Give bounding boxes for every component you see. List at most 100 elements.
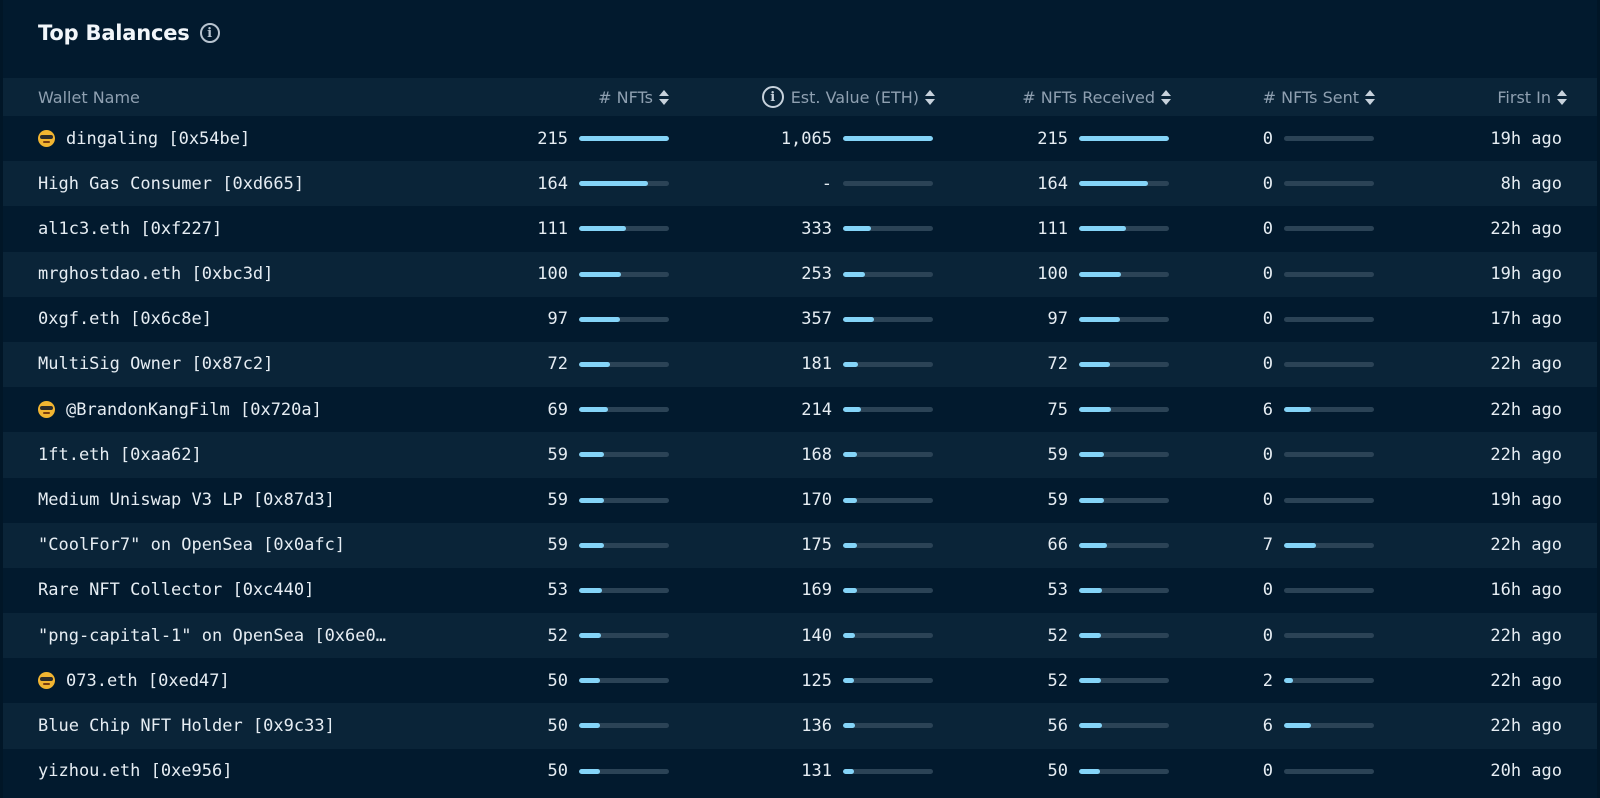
first-in-value: 22h ago (1490, 535, 1562, 556)
table-row[interactable]: "png-capital-1" on OpenSea [0x6e0… 52 140 5… (3, 613, 1597, 659)
nfts-received-value: 75 (1047, 399, 1068, 420)
nfts-sent-value: 0 (1262, 218, 1273, 239)
column-header-label: Est. Value (ETH) (790, 87, 919, 107)
table-row[interactable]: mrghostdao.eth [0xbc3d] 100 253 100 0 19h ago (3, 251, 1597, 297)
nfts-received-bar-fill (1079, 271, 1122, 277)
wallet-name-cell[interactable]: 1ft.eth [0xaa62] (38, 432, 398, 477)
table-row[interactable]: MultiSig Owner [0x87c2] 72 181 72 0 22h ago (3, 341, 1597, 388)
wallet-name[interactable]: Rare NFT Collector [0xc440] (38, 580, 314, 600)
wallet-name-cell[interactable]: "png-capital-1" on OpenSea [0x6e0… (38, 613, 398, 658)
nfts-received-bar-fill (1079, 361, 1110, 367)
nfts-received-bar-fill (1079, 587, 1102, 593)
wallet-name-cell[interactable]: @BrandonKangFilm [0x720a] (38, 387, 398, 432)
nfts-bar-fill (579, 587, 602, 593)
table-row[interactable]: 073.eth [0xed47] 50 125 52 2 22h ago (3, 658, 1597, 704)
wallet-name[interactable]: "CoolFor7" on OpenSea [0x0afc] (38, 535, 345, 555)
nfts-bar (579, 361, 669, 367)
wallet-name[interactable]: dingaling [0x54be] (66, 129, 250, 149)
sort-icon[interactable] (1161, 89, 1171, 105)
top-balances-panel: Top Balances i Wallet Name # NFTs i Est.… (3, 0, 1597, 798)
est-value-value: 357 (801, 309, 832, 330)
nfts-received-value: 164 (1037, 173, 1068, 194)
nfts-received-bar (1079, 587, 1169, 593)
column-header-wallet-name[interactable]: Wallet Name (38, 78, 140, 116)
table-row[interactable]: "CoolFor7" on OpenSea [0x0afc] 59 175 66 7 22… (3, 522, 1597, 568)
table-row[interactable]: Rare NFT Collector [0xc440] 53 169 53 0 16h a… (3, 567, 1597, 614)
nfts-bar (579, 723, 669, 729)
est-value-value: 214 (801, 399, 832, 420)
wallet-name-cell[interactable]: yizhou.eth [0xe956] (38, 749, 398, 794)
nfts-bar (579, 587, 669, 593)
wallet-name[interactable]: 1ft.eth [0xaa62] (38, 445, 202, 465)
wallet-name-cell[interactable]: 0xgf.eth [0x6c8e] (38, 297, 398, 342)
nfts-received-bar (1079, 181, 1169, 187)
nfts-received-bar (1079, 407, 1169, 413)
column-header-est-value[interactable]: i Est. Value (ETH) (761, 78, 935, 116)
sort-icon[interactable] (659, 89, 669, 105)
est-value-bar (843, 542, 933, 548)
nfts-bar (579, 407, 669, 413)
table-row[interactable]: 1ft.eth [0xaa62] 59 168 59 0 22h ago (3, 432, 1597, 478)
nfts-sent-bar (1284, 633, 1374, 639)
wallet-name-cell[interactable]: dingaling [0x54be] (38, 116, 398, 161)
wallet-name[interactable]: 0xgf.eth [0x6c8e] (38, 309, 212, 329)
wallet-name-cell[interactable]: 073.eth [0xed47] (38, 658, 398, 703)
wallet-name[interactable]: yizhou.eth [0xe956] (38, 761, 232, 781)
sort-icon[interactable] (1365, 89, 1375, 105)
wallet-name[interactable]: Blue Chip NFT Holder [0x9c33] (38, 716, 335, 736)
nfts-sent-value: 0 (1262, 625, 1273, 646)
nfts-bar (579, 768, 669, 774)
wallet-name[interactable]: High Gas Consumer [0xd665] (38, 174, 304, 194)
nfts-received-value: 72 (1047, 354, 1068, 375)
wallet-name-cell[interactable]: High Gas Consumer [0xd665] (38, 161, 398, 206)
first-in-value: 22h ago (1490, 399, 1562, 420)
table-row[interactable]: yizhou.eth [0xe956] 50 131 50 0 20h ago (3, 748, 1597, 794)
column-header-first-in[interactable]: First In (1497, 78, 1567, 116)
nfts-received-bar-fill (1079, 678, 1101, 684)
table-row[interactable]: al1c3.eth [0xf227] 111 333 111 0 22h ago (3, 206, 1597, 252)
wallet-name[interactable]: al1c3.eth [0xf227] (38, 219, 222, 239)
est-value-bar (843, 361, 933, 367)
nfts-received-value: 111 (1037, 218, 1068, 239)
info-icon[interactable]: i (761, 86, 784, 108)
wallet-name-cell[interactable]: MultiSig Owner [0x87c2] (38, 342, 398, 387)
nfts-bar (579, 452, 669, 458)
wallet-name[interactable]: Medium Uniswap V3 LP [0x87d3] (38, 490, 335, 510)
first-in-value: 8h ago (1500, 173, 1562, 194)
first-in-value: 20h ago (1490, 761, 1562, 782)
wallet-name-cell[interactable]: "CoolFor7" on OpenSea [0x0afc] (38, 523, 398, 568)
nerd-face-emoji-icon (38, 401, 55, 419)
wallet-name[interactable]: @BrandonKangFilm [0x720a] (66, 400, 322, 420)
table-row[interactable]: Blue Chip NFT Holder [0x9c33] 50 136 56 6 22h… (3, 703, 1597, 749)
nfts-received-bar (1079, 361, 1169, 367)
wallet-name-cell[interactable]: Blue Chip NFT Holder [0x9c33] (38, 703, 398, 748)
nfts-value: 97 (547, 309, 568, 330)
wallet-name[interactable]: MultiSig Owner [0x87c2] (38, 354, 273, 374)
est-value-value: 140 (801, 625, 832, 646)
wallet-name-cell[interactable]: Medium Uniswap V3 LP [0x87d3] (38, 478, 398, 523)
nfts-received-bar (1079, 226, 1169, 232)
column-header-nfts-received[interactable]: # NFTs Received (1022, 78, 1171, 116)
table-row[interactable]: @BrandonKangFilm [0x720a] 69 214 75 6 22h ago (3, 387, 1597, 433)
table-row[interactable]: dingaling [0x54be] 215 1,065 215 0 19h ago (3, 116, 1597, 162)
table-row[interactable]: Medium Uniswap V3 LP [0x87d3] 59 170 59 0 19h… (3, 477, 1597, 523)
table-row[interactable]: 0xgf.eth [0x6c8e] 97 357 97 0 17h ago (3, 296, 1597, 342)
sort-icon[interactable] (1557, 89, 1567, 105)
nfts-received-bar-fill (1079, 181, 1149, 187)
nfts-bar-fill (579, 542, 605, 548)
nfts-received-value: 215 (1037, 128, 1068, 149)
wallet-name[interactable]: 073.eth [0xed47] (66, 671, 230, 691)
wallet-name-cell[interactable]: mrghostdao.eth [0xbc3d] (38, 252, 398, 297)
wallet-name-cell[interactable]: al1c3.eth [0xf227] (38, 206, 398, 251)
column-header-nfts-sent[interactable]: # NFTs Sent (1263, 78, 1375, 116)
sort-icon[interactable] (925, 89, 935, 105)
column-header-nfts[interactable]: # NFTs (598, 78, 669, 116)
nfts-sent-value: 0 (1262, 761, 1273, 782)
info-icon[interactable]: i (199, 23, 220, 43)
nfts-bar-fill (579, 316, 620, 322)
wallet-name-cell[interactable]: Rare NFT Collector [0xc440] (38, 568, 398, 613)
table-row[interactable]: High Gas Consumer [0xd665] 164 - 164 0 8h ago (3, 161, 1597, 207)
wallet-name[interactable]: mrghostdao.eth [0xbc3d] (38, 264, 273, 284)
nfts-received-bar (1079, 678, 1169, 684)
wallet-name[interactable]: "png-capital-1" on OpenSea [0x6e0… (38, 626, 386, 646)
